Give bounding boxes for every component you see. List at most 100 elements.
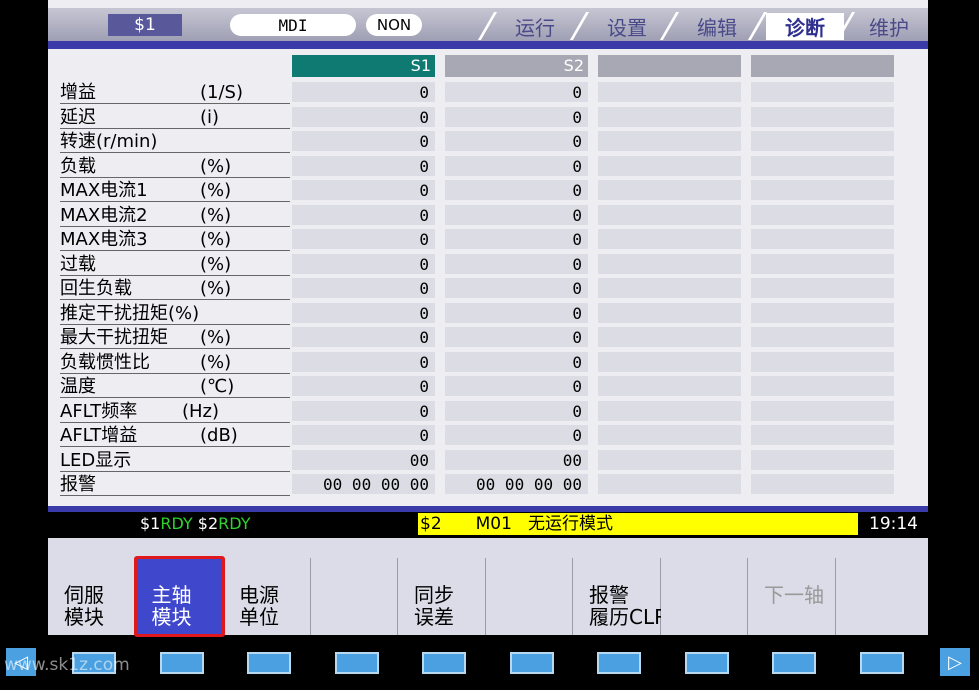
table-cell[interactable]: 0 — [445, 82, 588, 104]
table-cell[interactable]: 0 — [292, 351, 435, 374]
table-cell[interactable]: 0 — [292, 204, 435, 227]
table-cell[interactable] — [751, 400, 894, 423]
table-cell[interactable]: 0 — [445, 400, 588, 423]
tab-edit[interactable]: 编辑 — [682, 13, 752, 40]
table-cell[interactable]: 0 — [292, 229, 435, 251]
table-cell[interactable] — [751, 302, 894, 325]
table-cell[interactable]: 0 — [445, 425, 588, 447]
table-cell[interactable] — [598, 106, 741, 129]
table-cell[interactable]: 0 — [292, 327, 435, 349]
hardware-softkey-8[interactable] — [685, 652, 729, 674]
table-cell[interactable] — [598, 302, 741, 325]
softkey-3[interactable]: 电源 单位 — [223, 558, 311, 635]
table-cell[interactable]: 00 — [445, 449, 588, 472]
softkey-7[interactable]: 报警 履历CLR — [573, 558, 668, 635]
table-cell[interactable]: 0 — [445, 204, 588, 227]
table-cell[interactable]: 0 — [445, 229, 588, 251]
table-cell[interactable] — [751, 253, 894, 276]
table-cell[interactable] — [598, 376, 741, 398]
table-cell[interactable] — [598, 351, 741, 374]
table-cell[interactable] — [751, 131, 894, 153]
table-cell[interactable]: 0 — [292, 155, 435, 178]
table-cell[interactable] — [751, 82, 894, 104]
tab-diagnosis[interactable]: 诊断 — [766, 13, 844, 40]
hardware-softkey-6[interactable] — [510, 652, 554, 674]
table-cell[interactable]: 0 — [292, 400, 435, 423]
table-cell[interactable]: 0 — [292, 278, 435, 300]
tab-run[interactable]: 运行 — [500, 13, 570, 40]
table-cell[interactable] — [598, 180, 741, 202]
hardware-softkey-5[interactable] — [422, 652, 466, 674]
tab-settings[interactable]: 设置 — [592, 13, 662, 40]
table-cell[interactable] — [751, 376, 894, 398]
table-cell[interactable]: 0 — [292, 376, 435, 398]
table-cell[interactable]: 0 — [445, 278, 588, 300]
hardware-softkey-2[interactable] — [160, 652, 204, 674]
table-cell[interactable] — [598, 155, 741, 178]
column-header-s2[interactable]: S2 — [445, 55, 588, 77]
table-cell[interactable]: 0 — [445, 180, 588, 202]
softkey-6[interactable] — [485, 558, 573, 635]
table-cell[interactable]: 0 — [292, 106, 435, 129]
table-cell[interactable] — [598, 131, 741, 153]
hardware-softkey-3[interactable] — [247, 652, 291, 674]
table-cell[interactable]: 00 — [292, 449, 435, 472]
table-cell[interactable]: 00 00 00 00 — [445, 474, 588, 496]
softkey-1[interactable]: 伺服 模块 — [48, 558, 136, 635]
table-cell[interactable]: 0 — [445, 131, 588, 153]
table-cell[interactable] — [598, 278, 741, 300]
table-cell[interactable]: 0 — [445, 253, 588, 276]
row-label: 转速(r/min) — [60, 131, 290, 153]
softkey-4[interactable] — [310, 558, 398, 635]
table-cell[interactable] — [598, 204, 741, 227]
message-program: M01 — [475, 514, 512, 534]
column-header-s1[interactable]: S1 — [292, 55, 435, 77]
table-cell[interactable]: 0 — [445, 155, 588, 178]
row-label: 过载 (%) — [60, 254, 290, 276]
table-cell[interactable] — [598, 425, 741, 447]
table-cell[interactable]: 0 — [292, 253, 435, 276]
table-cell[interactable]: 0 — [445, 106, 588, 129]
table-cell[interactable]: 0 — [292, 302, 435, 325]
row-unit: (i) — [200, 106, 220, 128]
table-cell[interactable] — [751, 474, 894, 496]
row-name: MAX电流1 — [60, 180, 148, 201]
table-cell[interactable]: 00 00 00 00 — [292, 474, 435, 496]
table-cell[interactable] — [598, 82, 741, 104]
tab-maintenance[interactable]: 维护 — [856, 13, 922, 40]
table-cell[interactable] — [751, 204, 894, 227]
table-cell[interactable] — [751, 155, 894, 178]
table-cell[interactable]: 0 — [292, 425, 435, 447]
hardware-softkey-10[interactable] — [860, 652, 904, 674]
table-cell[interactable] — [751, 106, 894, 129]
table-cell[interactable]: 0 — [292, 180, 435, 202]
menu-next-icon[interactable]: ▷ — [940, 648, 970, 676]
softkey-8[interactable] — [660, 558, 748, 635]
table-cell[interactable]: 0 — [445, 351, 588, 374]
table-cell[interactable] — [751, 327, 894, 349]
table-cell[interactable] — [751, 425, 894, 447]
table-cell[interactable] — [598, 400, 741, 423]
table-cell[interactable] — [598, 253, 741, 276]
table-cell[interactable]: 0 — [445, 376, 588, 398]
row-name: 报警 — [60, 474, 96, 495]
table-cell[interactable] — [598, 327, 741, 349]
table-cell[interactable] — [598, 474, 741, 496]
hardware-softkey-7[interactable] — [597, 652, 641, 674]
table-cell[interactable]: 0 — [292, 131, 435, 153]
table-cell[interactable] — [751, 351, 894, 374]
table-cell[interactable] — [751, 449, 894, 472]
table-cell[interactable]: 0 — [445, 327, 588, 349]
row-name: 推定干扰扭矩(%) — [60, 302, 200, 324]
hardware-softkey-9[interactable] — [772, 652, 816, 674]
table-cell[interactable] — [751, 229, 894, 251]
table-cell[interactable] — [598, 229, 741, 251]
hardware-softkey-4[interactable] — [335, 652, 379, 674]
table-cell[interactable] — [598, 449, 741, 472]
table-cell[interactable]: 0 — [445, 302, 588, 325]
table-cell[interactable]: 0 — [292, 82, 435, 104]
table-cell[interactable] — [751, 180, 894, 202]
table-cell[interactable] — [751, 278, 894, 300]
softkey-5[interactable]: 同步 误差 — [398, 558, 486, 635]
softkey-9[interactable]: 下一轴 — [748, 558, 836, 635]
